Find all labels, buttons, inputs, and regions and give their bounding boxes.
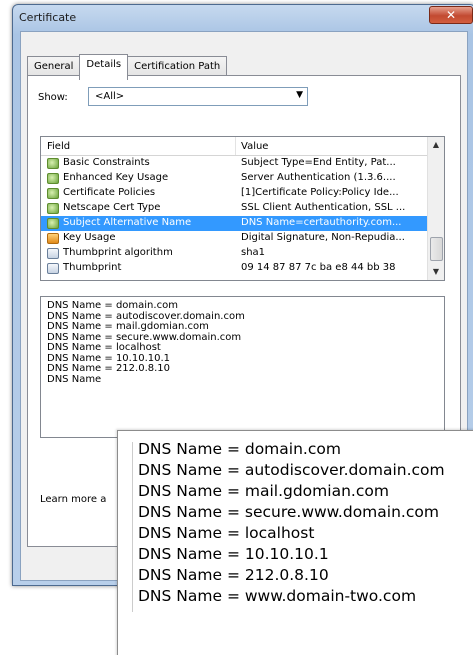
text-cursor — [132, 442, 133, 612]
cert-extension-icon — [47, 188, 59, 199]
tab-strip: General Details Certification Path — [27, 54, 228, 80]
row-value: Subject Type=End Entity, Pat... — [241, 157, 396, 168]
list-header: Field Value — [41, 137, 427, 156]
row-field: Key Usage — [63, 232, 116, 243]
scroll-thumb[interactable] — [430, 237, 443, 261]
zoom-line: DNS Name = mail.gdomian.com — [138, 482, 389, 500]
row-field: Netscape Cert Type — [63, 202, 161, 213]
list-item[interactable]: Thumbprint 09 14 87 87 7c ba e8 44 bb 38 — [41, 261, 427, 276]
detail-line: DNS Name = 212.0.8.10 — [47, 363, 171, 374]
zoom-line: DNS Name = 212.0.8.10 — [138, 566, 329, 584]
detail-line: DNS Name = domain.com — [47, 300, 178, 311]
tab-details[interactable]: Details — [79, 54, 129, 80]
row-value: SSL Client Authentication, SSL ... — [241, 202, 406, 213]
close-button[interactable]: ✕ — [429, 6, 473, 24]
row-field: Certificate Policies — [63, 187, 156, 198]
field-list[interactable]: Field Value Basic Constraints Subject Ty… — [40, 136, 445, 281]
row-field: Thumbprint — [63, 262, 122, 273]
scroll-down-arrow-icon[interactable]: ▼ — [428, 264, 444, 280]
screenshot-stage: Certificate ✕ General Details Certificat… — [0, 0, 473, 655]
row-field: Enhanced Key Usage — [63, 172, 169, 183]
column-divider[interactable] — [235, 137, 236, 155]
close-icon: ✕ — [445, 8, 457, 22]
document-icon — [47, 248, 59, 259]
show-dropdown-value: <All> — [95, 91, 125, 102]
title-bar[interactable]: Certificate ✕ — [13, 5, 473, 31]
show-label: Show: — [38, 92, 68, 103]
magnified-detail-callout: DNS Name = domain.com DNS Name = autodis… — [117, 430, 473, 655]
list-item[interactable]: Basic Constraints Subject Type=End Entit… — [41, 156, 427, 171]
learn-more-link[interactable]: Learn more a — [40, 494, 106, 505]
list-item[interactable]: Netscape Cert Type SSL Client Authentica… — [41, 201, 427, 216]
cert-extension-icon — [47, 158, 59, 169]
detail-line: DNS Name = localhost — [47, 342, 161, 353]
zoom-lines: DNS Name = domain.com DNS Name = autodis… — [138, 439, 445, 607]
column-header-field[interactable]: Field — [47, 141, 70, 152]
list-item-selected[interactable]: Subject Alternative Name DNS Name=certau… — [41, 216, 427, 231]
row-value: 09 14 87 87 7c ba e8 44 bb 38 — [241, 262, 396, 273]
vertical-scrollbar[interactable]: ▲ ▼ — [427, 137, 444, 280]
row-value: sha1 — [241, 247, 266, 258]
document-icon — [47, 263, 59, 274]
row-value: Digital Signature, Non-Repudia... — [241, 232, 405, 243]
row-field: Subject Alternative Name — [63, 217, 192, 228]
zoom-line: DNS Name = domain.com — [138, 440, 341, 458]
list-item[interactable]: Enhanced Key Usage Server Authentication… — [41, 171, 427, 186]
zoom-line: DNS Name = 10.10.10.1 — [138, 545, 329, 563]
zoom-line: DNS Name = www.domain-two.com — [138, 587, 417, 605]
detail-lines: DNS Name = domain.com DNS Name = autodis… — [47, 300, 245, 385]
zoom-line: DNS Name = localhost — [138, 524, 315, 542]
scroll-up-arrow-icon[interactable]: ▲ — [428, 137, 444, 153]
list-item[interactable]: Certificate Policies [1]Certificate Poli… — [41, 186, 427, 201]
show-dropdown[interactable]: <All> ▼ — [88, 87, 308, 106]
row-value: DNS Name=certauthority.com... — [241, 217, 402, 228]
detail-line: DNS Name — [47, 373, 102, 385]
detail-line: DNS Name = mail.gdomian.com — [47, 321, 209, 332]
list-item[interactable]: Key Usage Digital Signature, Non-Repudia… — [41, 231, 427, 246]
cert-warning-icon — [47, 233, 59, 244]
row-value: [1]Certificate Policy:Policy Ide... — [241, 187, 399, 198]
cert-extension-icon — [47, 218, 59, 229]
row-field: Basic Constraints — [63, 157, 150, 168]
row-field: Thumbprint algorithm — [63, 247, 173, 258]
zoom-line: DNS Name = autodiscover.domain.com — [138, 461, 445, 479]
value-detail-box[interactable]: DNS Name = domain.com DNS Name = autodis… — [40, 296, 445, 438]
column-header-value[interactable]: Value — [241, 141, 268, 152]
cert-extension-icon — [47, 203, 59, 214]
window-title: Certificate — [19, 11, 77, 24]
zoom-line: DNS Name = secure.www.domain.com — [138, 503, 439, 521]
cert-extension-icon — [47, 173, 59, 184]
list-item[interactable]: Thumbprint algorithm sha1 — [41, 246, 427, 261]
chevron-down-icon: ▼ — [296, 90, 303, 100]
row-value: Server Authentication (1.3.6.... — [241, 172, 396, 183]
